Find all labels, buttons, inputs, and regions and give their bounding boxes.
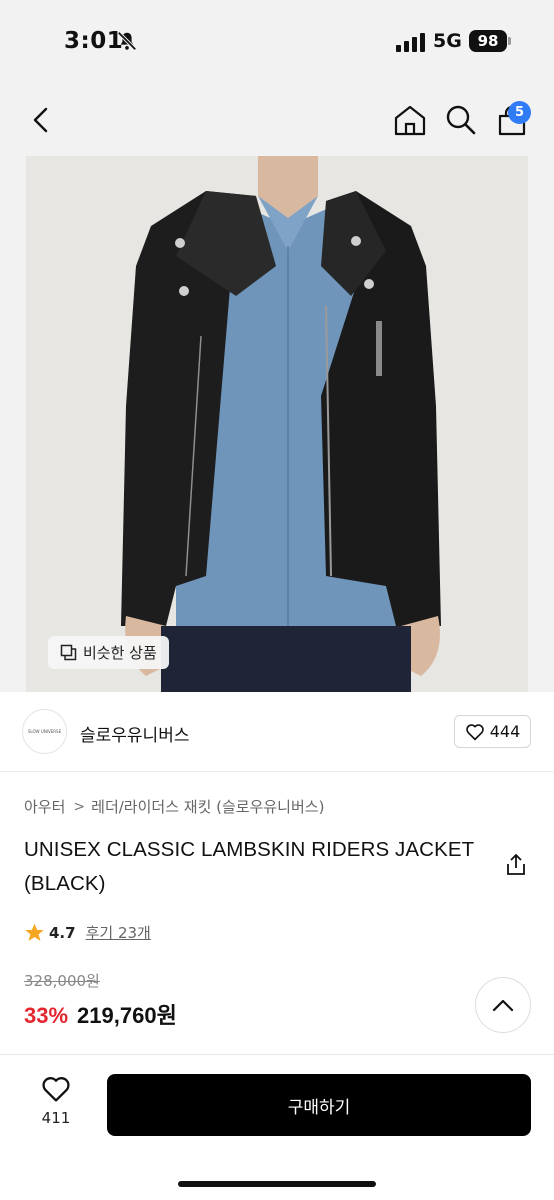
similar-products-button[interactable]: 비슷한 상품 <box>48 636 169 669</box>
home-indicator <box>178 1181 376 1187</box>
breadcrumb-subcategory[interactable]: 레더/라이더스 재킷 (슬로우유니버스) <box>91 796 324 817</box>
product-photo[interactable]: 비슷한 상품 <box>26 156 528 692</box>
similar-products-label: 비슷한 상품 <box>83 644 157 662</box>
buy-button[interactable]: 구매하기 <box>107 1074 531 1136</box>
sale-price: 219,760원 <box>77 1003 177 1028</box>
brand-like-count: 444 <box>489 722 521 741</box>
brand-logo-text: SLOW UNIVERSE <box>27 729 62 734</box>
home-icon[interactable] <box>393 104 427 136</box>
brand-like-button[interactable]: 444 <box>454 715 531 748</box>
product-title: UNISEX CLASSIC LAMBSKIN RIDERS JACKET (B… <box>24 838 474 895</box>
battery-indicator: 98 <box>469 30 507 52</box>
rating-score: 4.7 <box>49 923 76 942</box>
scroll-top-button[interactable] <box>475 977 531 1033</box>
top-nav <box>0 84 554 156</box>
wishlist-count: 411 <box>41 1109 71 1127</box>
back-icon[interactable] <box>28 106 54 134</box>
heart-icon <box>465 723 484 740</box>
brand-logo[interactable]: SLOW UNIVERSE <box>22 709 67 754</box>
breadcrumb-category[interactable]: 아우터 <box>24 796 65 817</box>
original-price: 328,000원 <box>24 972 100 990</box>
chevron-right-icon: > <box>73 798 86 815</box>
brand-name[interactable]: 슬로우유니버스 <box>80 721 189 746</box>
similar-icon <box>60 644 77 661</box>
product-image-area: 비슷한 상품 <box>0 156 554 692</box>
star-icon <box>25 923 44 941</box>
review-count-link[interactable]: 후기 23개 <box>86 922 151 943</box>
brand-row: SLOW UNIVERSE 슬로우유니버스 444 <box>0 692 554 772</box>
cart-count-badge: 5 <box>508 101 531 124</box>
status-time: 3:01 <box>64 28 124 54</box>
chevron-up-icon <box>492 999 514 1012</box>
rating-row: 4.7 후기 23개 <box>24 922 151 943</box>
bell-muted-icon <box>117 31 137 51</box>
price-row: 33% 219,760원 <box>24 998 177 1030</box>
discount-rate: 33% <box>24 1003 69 1028</box>
wishlist-button[interactable]: 411 <box>26 1075 86 1127</box>
bottom-action-bar: 411 구매하기 <box>0 1054 554 1200</box>
network-label: 5G <box>433 30 462 52</box>
battery-tip <box>508 37 511 45</box>
status-bar: 3:01 5G 98 <box>0 0 554 84</box>
search-icon[interactable] <box>445 104 477 136</box>
share-icon[interactable] <box>505 853 527 877</box>
signal-icon <box>396 33 425 52</box>
breadcrumb: 아우터 > 레더/라이더스 재킷 (슬로우유니버스) <box>24 796 324 817</box>
jacket-illustration <box>26 156 528 692</box>
heart-icon <box>42 1077 70 1102</box>
